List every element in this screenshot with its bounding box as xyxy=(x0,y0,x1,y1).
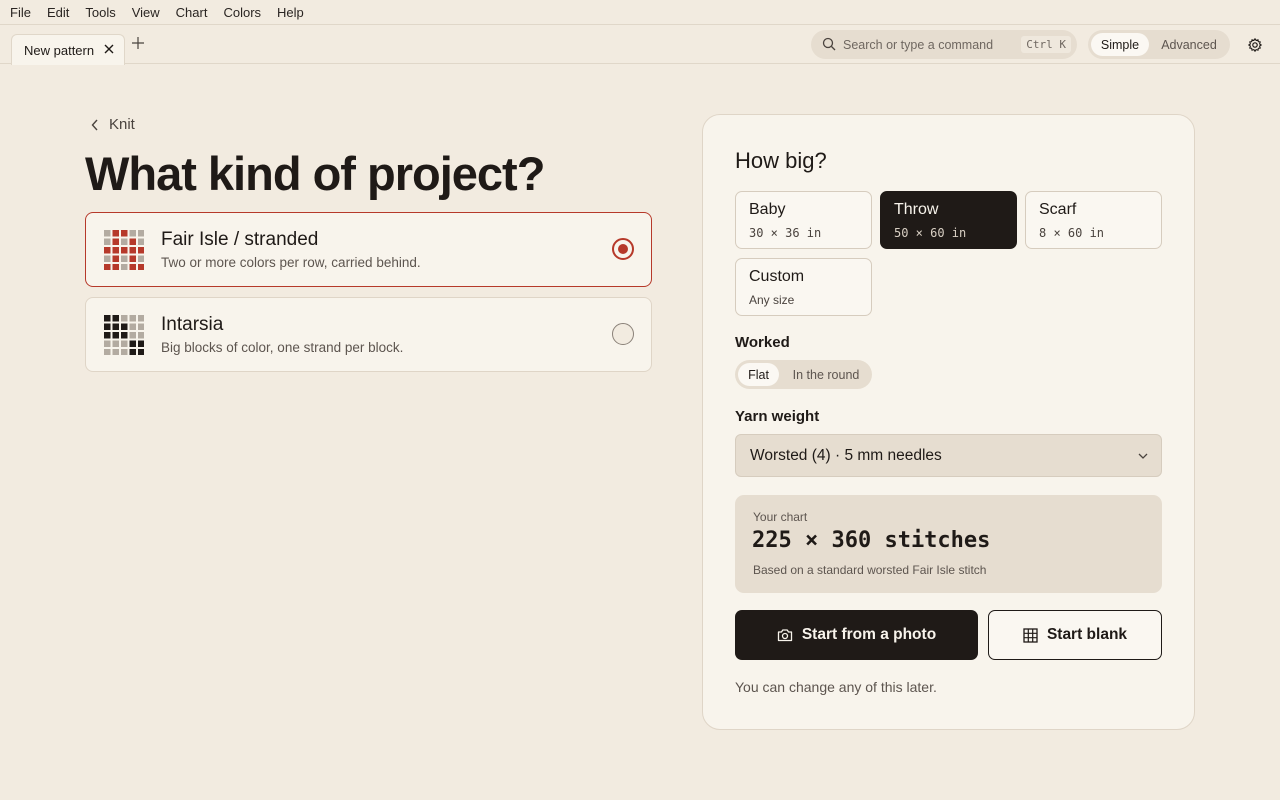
size-dims: Any size xyxy=(749,293,795,307)
yarn-weight-select[interactable]: Worsted (4) · 5 mm needles xyxy=(735,434,1162,477)
chevron-down-icon xyxy=(1138,453,1148,459)
chevron-left-icon xyxy=(91,119,98,130)
grid-icon xyxy=(1023,627,1038,643)
search-icon xyxy=(822,37,836,51)
radio-selected[interactable] xyxy=(612,238,634,260)
mode-simple-button[interactable]: Simple xyxy=(1091,33,1149,56)
menu-tools[interactable]: Tools xyxy=(85,5,115,20)
yarn-weight-label: Yarn weight xyxy=(735,408,820,425)
chart-summary: Your chart 225 × 360 stitches Based on a… xyxy=(735,495,1162,593)
size-dims: 30 × 36 in xyxy=(749,226,822,240)
mode-advanced-button[interactable]: Advanced xyxy=(1154,33,1224,56)
summary-label: Your chart xyxy=(753,510,808,524)
start-photo-label: Start from a photo xyxy=(801,626,937,643)
yarn-weight-value: Worsted (4) · 5 mm needles xyxy=(750,446,942,464)
menu-file[interactable]: File xyxy=(10,5,31,20)
size-heading: How big? xyxy=(735,148,827,173)
back-link[interactable]: Knit xyxy=(91,116,135,133)
mode-toggle: Simple Advanced xyxy=(1088,30,1230,59)
summary-value: 225 × 360 stitches xyxy=(752,528,991,553)
worked-in-the-round-button[interactable]: In the round xyxy=(785,363,867,386)
shortcut-badge: Ctrl K xyxy=(1021,36,1071,53)
tab-bar: New pattern Search or type a command Ctr… xyxy=(0,24,1280,65)
menu-help[interactable]: Help xyxy=(277,5,304,20)
summary-note: Based on a standard worsted Fair Isle st… xyxy=(753,563,987,577)
menu-bar: File Edit Tools View Chart Colors Help xyxy=(0,0,1280,24)
menu-colors[interactable]: Colors xyxy=(223,5,261,20)
fair-isle-grid-icon xyxy=(104,230,144,270)
tab-label: New pattern xyxy=(24,42,95,58)
project-description: Two or more colors per row, carried behi… xyxy=(161,255,421,270)
project-title: Intarsia xyxy=(161,314,224,335)
project-option-fair-isle[interactable]: Fair Isle / stranded Two or more colors … xyxy=(85,212,652,287)
size-name: Scarf xyxy=(1039,201,1077,218)
gear-icon[interactable] xyxy=(1248,38,1262,52)
plus-icon[interactable] xyxy=(131,36,145,50)
size-dims: 8 × 60 in xyxy=(1039,226,1105,240)
close-icon[interactable] xyxy=(103,43,115,55)
menu-view[interactable]: View xyxy=(132,5,160,20)
project-description: Big blocks of color, one strand per bloc… xyxy=(161,340,404,355)
command-search-input[interactable]: Search or type a command Ctrl K xyxy=(811,30,1077,59)
page-title: What kind of project? xyxy=(85,147,545,200)
size-option-custom[interactable]: Custom Any size xyxy=(735,258,872,316)
project-title: Fair Isle / stranded xyxy=(161,229,319,250)
tab-new-pattern[interactable]: New pattern xyxy=(11,34,125,65)
search-placeholder: Search or type a command xyxy=(843,37,994,52)
start-from-photo-button[interactable]: Start from a photo xyxy=(735,610,978,660)
radio-unselected[interactable] xyxy=(612,323,634,345)
menu-edit[interactable]: Edit xyxy=(47,5,69,20)
size-panel: How big? Baby 30 × 36 in Throw 50 × 60 i… xyxy=(702,114,1195,730)
project-option-intarsia[interactable]: Intarsia Big blocks of color, one strand… xyxy=(85,297,652,372)
size-option-scarf[interactable]: Scarf 8 × 60 in xyxy=(1025,191,1162,249)
size-name: Throw xyxy=(894,201,939,218)
intarsia-grid-icon xyxy=(104,315,144,355)
camera-icon xyxy=(777,629,792,642)
start-blank-label: Start blank xyxy=(1046,626,1128,643)
size-option-baby[interactable]: Baby 30 × 36 in xyxy=(735,191,872,249)
size-dims: 50 × 60 in xyxy=(894,226,967,240)
footnote: You can change any of this later. xyxy=(735,679,937,695)
back-label: Knit xyxy=(109,116,135,133)
size-name: Baby xyxy=(749,201,786,218)
size-option-throw[interactable]: Throw 50 × 60 in xyxy=(880,191,1017,249)
size-name: Custom xyxy=(749,268,805,285)
menu-chart[interactable]: Chart xyxy=(176,5,208,20)
worked-flat-button[interactable]: Flat xyxy=(738,363,779,386)
worked-toggle: Flat In the round xyxy=(735,360,872,389)
worked-label: Worked xyxy=(735,334,790,351)
start-blank-button[interactable]: Start blank xyxy=(988,610,1162,660)
